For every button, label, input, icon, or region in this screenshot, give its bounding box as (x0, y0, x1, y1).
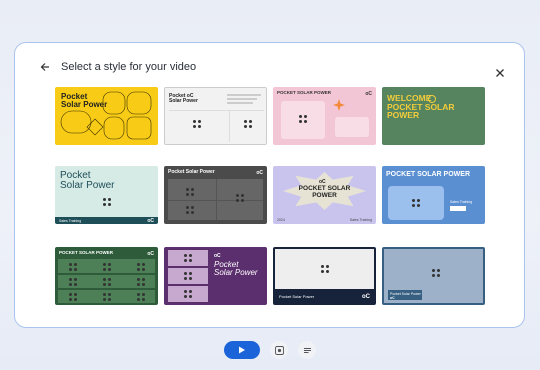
card-logo: oC (390, 296, 395, 300)
style-card-10[interactable]: oC Pocket Solar Power (164, 247, 267, 305)
card-title: POCKET SOLAR POWER (298, 185, 351, 199)
dialog-header: Select a style for your video (37, 59, 196, 75)
play-icon (239, 346, 245, 354)
arrow-left-icon[interactable] (37, 59, 53, 75)
bottom-toolbar (224, 341, 316, 359)
style-card-2[interactable]: Pocket oC Solar Power (164, 87, 267, 145)
style-grid: Pocket Solar Power Pocket oC Solar Power P… (55, 87, 488, 307)
style-card-9[interactable]: POCKET SOLAR POWER oC (55, 247, 158, 305)
record-button[interactable] (270, 341, 288, 359)
card-subtitle: Sales Training (450, 200, 473, 204)
card-logo: oC (256, 170, 263, 176)
card-year: 2024 (277, 218, 285, 222)
card-title: Pocket Solar Power (279, 294, 315, 299)
card-title: Pocket Solar Power (214, 260, 258, 277)
style-card-7[interactable]: oC POCKET SOLAR POWER 2024 Sales Training (273, 166, 376, 224)
style-card-1[interactable]: Pocket Solar Power (55, 87, 158, 145)
card-title: POCKET SOLAR POWER (386, 171, 471, 178)
notes-icon (303, 347, 311, 353)
card-logo: oC (214, 253, 221, 259)
style-card-8[interactable]: POCKET SOLAR POWER Sales Training (382, 166, 485, 224)
style-card-5[interactable]: Pocket Solar Power Sales Training oC (55, 166, 158, 224)
card-footer: Sales Training (349, 218, 372, 222)
card-logo: oC (365, 91, 372, 97)
card-title: POCKET SOLAR POWER (277, 90, 332, 95)
dialog-title: Select a style for your video (61, 61, 197, 73)
style-card-6[interactable]: Pocket Solar Power oC (164, 166, 267, 224)
style-dialog: Select a style for your video Pocket Sola… (14, 42, 525, 328)
notes-button[interactable] (298, 341, 316, 359)
card-title: Pocket Solar Power (168, 169, 215, 175)
style-card-4[interactable]: WELCOME POCKET SOLAR POWER (382, 87, 485, 145)
card-footer: Sales Training (59, 219, 82, 223)
record-icon (274, 345, 284, 355)
card-title: Pocket Solar Power (61, 92, 108, 109)
style-card-11[interactable]: Pocket Solar Power oC (273, 247, 376, 305)
card-logo: oC (362, 294, 370, 300)
card-logo: oC (147, 251, 154, 257)
card-logo: oC (147, 218, 154, 224)
card-title: WELCOME POCKET SOLAR POWER (387, 93, 455, 120)
style-card-3[interactable]: POCKET SOLAR POWER oC (273, 87, 376, 145)
play-button[interactable] (224, 341, 260, 359)
card-title: Pocket Solar Power (60, 170, 115, 191)
card-title: POCKET SOLAR POWER (59, 250, 114, 255)
close-icon[interactable] (492, 65, 508, 81)
style-card-12[interactable]: Pocket Solar Power oC (382, 247, 485, 305)
card-title: Pocket oC Solar Power (169, 93, 198, 104)
